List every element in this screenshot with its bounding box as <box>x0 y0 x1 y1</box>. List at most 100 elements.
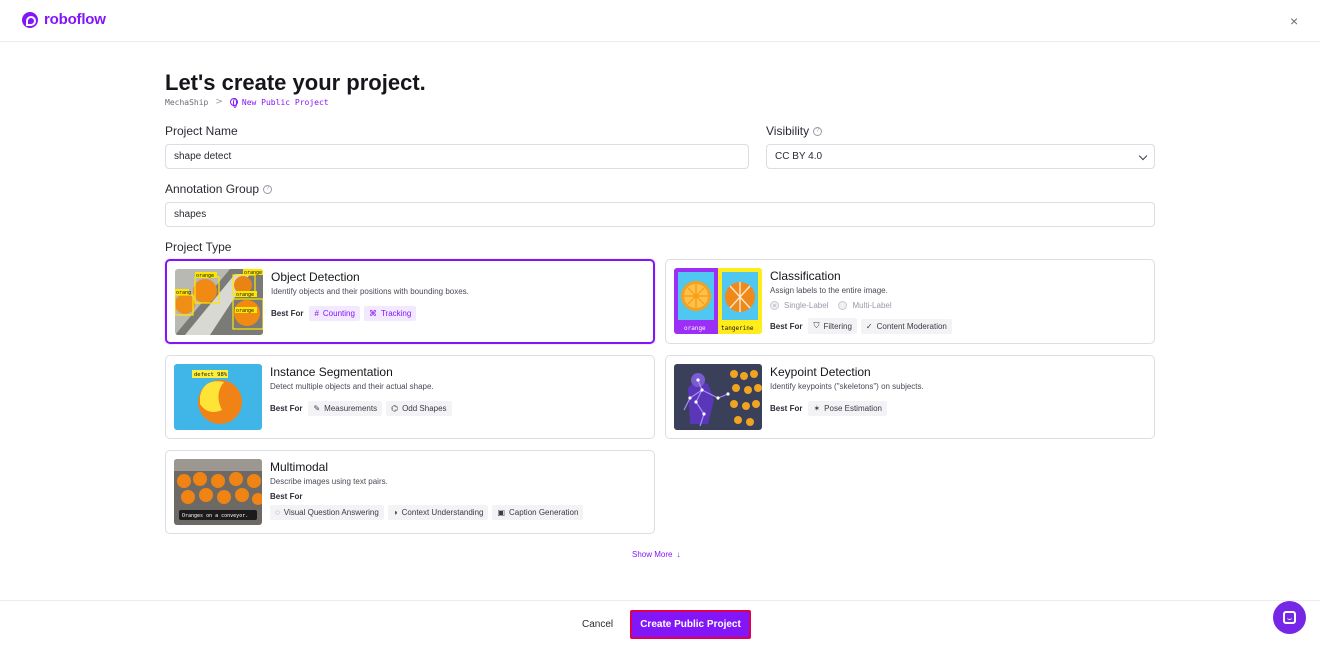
info-icon[interactable]: ? <box>813 126 823 136</box>
support-chat-button[interactable] <box>1273 601 1306 634</box>
tracking-icon: ⌘ <box>368 309 377 318</box>
create-public-project-button[interactable]: Create Public Project <box>630 610 751 639</box>
best-for-tags: ◌ Visual Question Answering ◑ Context Unde… <box>270 505 584 520</box>
best-for-row: Best For # Counting ⌘ Tracking <box>271 306 469 321</box>
best-for-row: Best For <box>270 492 583 501</box>
instance-segmentation-thumbnail: defect 98% <box>174 364 262 430</box>
multimodal-thumbnail: Oranges on a conveyor. <box>174 459 262 525</box>
annotation-group-label: Annotation Group ? <box>165 182 273 196</box>
best-for-row: Best For ✎ Measurements ⌬ Odd Shapes <box>270 401 452 416</box>
tag-caption-generation: ▣ Caption Generation <box>492 505 584 520</box>
cancel-button[interactable]: Cancel <box>576 617 619 632</box>
ruler-icon: ✎ <box>313 404 321 413</box>
project-type-keypoint-detection[interactable]: Keypoint Detection Identify keypoints ("… <box>665 355 1155 439</box>
tag-label: Pose Estimation <box>824 404 882 413</box>
card-title: Multimodal <box>270 460 329 474</box>
roboflow-logo[interactable]: roboflow <box>22 11 106 28</box>
visibility-select[interactable]: CC BY 4.0 <box>766 144 1155 169</box>
chat-bubble-icon: ◌ <box>275 508 280 517</box>
show-more-label: Show More <box>632 550 673 559</box>
tag-context-understanding: ◑ Context Understanding <box>387 505 489 520</box>
best-for-label: Best For <box>270 492 303 501</box>
classification-thumbnail: orange tangerine <box>674 268 762 334</box>
breadcrumb-separator: > <box>215 97 223 107</box>
thumb-label: orange <box>196 273 214 279</box>
tag-visual-question-answering: ◌ Visual Question Answering <box>270 505 384 520</box>
tag-counting: # Counting <box>309 306 360 321</box>
label-mode-radios: Single-Label Multi-Label <box>770 301 952 310</box>
keypoint-detection-body: Keypoint Detection Identify keypoints ("… <box>770 365 924 416</box>
thumb-label: orang <box>176 290 191 296</box>
top-bar: roboflow × <box>0 0 1320 42</box>
project-type-label: Project Type <box>165 240 231 254</box>
instance-segmentation-body: Instance Segmentation Detect multiple ob… <box>270 365 452 416</box>
globe-icon <box>229 98 238 108</box>
tag-tracking: ⌘ Tracking <box>363 306 417 321</box>
project-name-label-text: Project Name <box>165 124 238 138</box>
close-icon[interactable]: × <box>1290 14 1298 28</box>
tag-label: Content Moderation <box>876 321 947 331</box>
tag-label: Odd Shapes <box>402 404 447 413</box>
radio-label: Single-Label <box>784 301 829 310</box>
card-title: Instance Segmentation <box>270 365 393 379</box>
hash-icon: # <box>314 309 319 318</box>
thumb-label: orange <box>236 292 254 298</box>
card-description: Assign labels to the entire image. <box>770 286 888 295</box>
brand-name: roboflow <box>44 11 106 28</box>
multimodal-body: Multimodal Describe images using text pa… <box>270 460 584 520</box>
roboflow-logo-icon <box>22 11 38 28</box>
best-for-label: Best For <box>770 404 803 413</box>
tag-label: Context Understanding <box>401 508 484 517</box>
project-type-multimodal[interactable]: Oranges on a conveyor. Multimodal Descri… <box>165 450 655 534</box>
project-type-object-detection[interactable]: orange orang orange orange orange Object… <box>165 259 655 344</box>
tag-label: Tracking <box>380 309 412 318</box>
card-description: Identify keypoints ("skeletons") on subj… <box>770 382 924 391</box>
project-name-value: shape detect <box>174 151 232 162</box>
best-for-row: Best For ✶ Pose Estimation <box>770 401 924 416</box>
tag-filtering: ⛉ Filtering <box>808 318 857 334</box>
project-name-input[interactable]: shape detect <box>165 144 749 169</box>
thumb-label: orange <box>244 270 262 276</box>
breadcrumb-current: New Public Project <box>229 97 329 108</box>
show-more-link[interactable]: Show More ↓ <box>632 550 680 559</box>
best-for-label: Best For <box>270 404 303 413</box>
annotation-group-value: shapes <box>174 209 207 220</box>
tag-pose-estimation: ✶ Pose Estimation <box>808 401 887 416</box>
chevron-down-icon <box>1138 151 1148 161</box>
breadcrumb: MechaShip > New Public Project <box>165 97 329 108</box>
tag-label: Counting <box>322 309 355 318</box>
project-type-instance-segmentation[interactable]: defect 98% Instance Segmentation Detect … <box>165 355 655 439</box>
breadcrumb-current-label: New Public Project <box>241 97 329 107</box>
card-description: Describe images using text pairs. <box>270 477 388 486</box>
page-title: Let's create your project. <box>165 70 426 95</box>
arrow-down-icon: ↓ <box>676 550 681 559</box>
object-detection-body: Object Detection Identify objects and th… <box>271 270 469 321</box>
single-label-radio[interactable]: Single-Label <box>770 301 828 310</box>
tag-odd-shapes: ⌬ Odd Shapes <box>386 401 452 416</box>
tag-measurements: ✎ Measurements <box>308 401 383 416</box>
filter-icon: ⛉ <box>813 321 820 330</box>
project-type-classification[interactable]: orange tangerine Classification Assign l… <box>665 259 1155 344</box>
visibility-value: CC BY 4.0 <box>775 151 823 162</box>
annotation-group-input[interactable]: shapes <box>165 202 1155 227</box>
breadcrumb-workspace[interactable]: MechaShip <box>165 98 208 107</box>
project-type-label-text: Project Type <box>165 240 232 254</box>
object-detection-thumbnail: orange orang orange orange orange <box>175 269 263 335</box>
shapes-icon: ⌬ <box>391 404 399 413</box>
thumb-label: tangerine <box>721 325 754 332</box>
annotation-group-label-text: Annotation Group <box>165 182 260 196</box>
card-title: Keypoint Detection <box>770 365 871 379</box>
tag-label: Measurements <box>324 404 378 413</box>
multi-label-radio[interactable]: Multi-Label <box>838 301 892 310</box>
best-for-label: Best For <box>770 321 803 331</box>
pose-icon: ✶ <box>813 404 821 413</box>
tag-label: Caption Generation <box>509 508 579 517</box>
thumb-label: orange <box>236 308 254 314</box>
best-for-label: Best For <box>271 309 304 318</box>
check-icon: ✓ <box>865 321 873 331</box>
card-title: Object Detection <box>271 270 360 284</box>
info-icon[interactable]: ? <box>263 184 273 194</box>
tag-label: Visual Question Answering <box>283 508 379 517</box>
visibility-label: Visibility ? <box>766 124 823 138</box>
card-description: Identify objects and their positions wit… <box>271 287 469 296</box>
